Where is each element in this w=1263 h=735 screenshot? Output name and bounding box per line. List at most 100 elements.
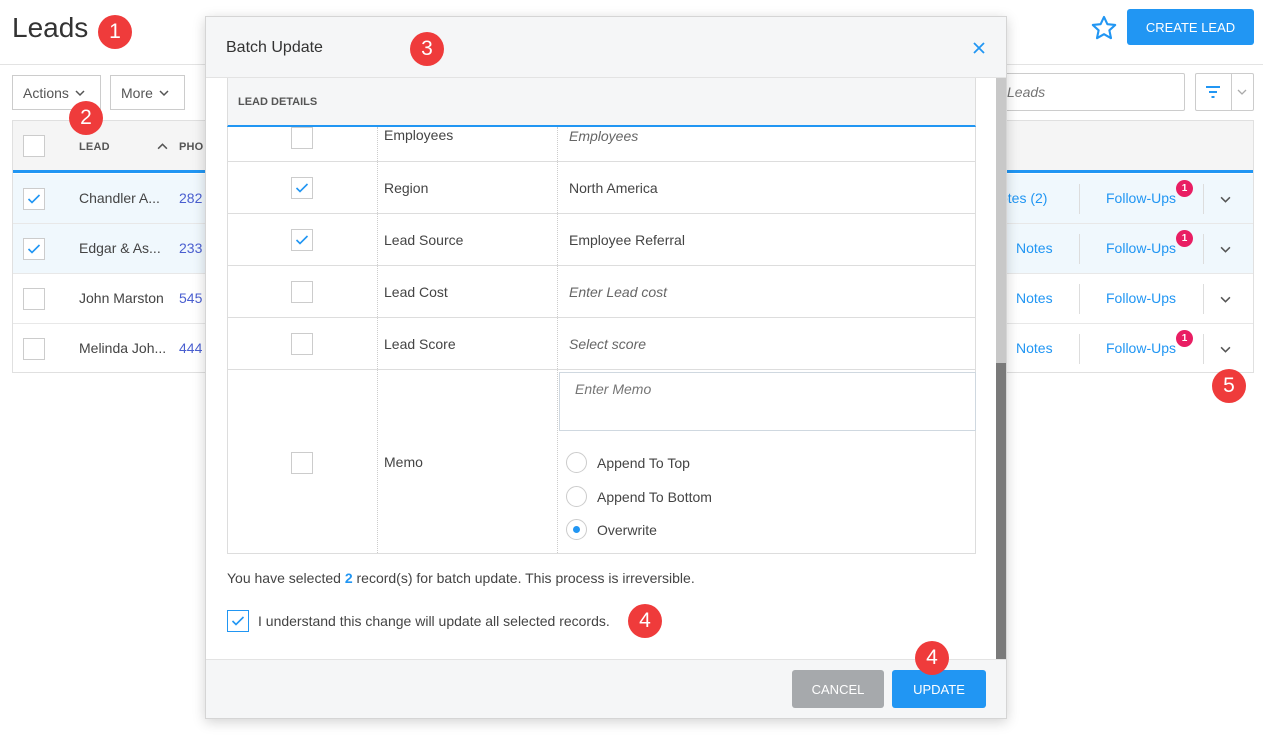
row-checkbox[interactable] — [23, 288, 45, 310]
select-all-checkbox[interactable] — [23, 135, 45, 157]
radio-label: Append To Bottom — [597, 488, 712, 505]
field-checkbox-lead-score[interactable] — [291, 333, 313, 355]
radio-label: Overwrite — [597, 521, 657, 538]
lead-phone[interactable]: 545 — [179, 290, 202, 306]
notes-link[interactable]: otes (2) — [1000, 190, 1047, 206]
followups-badge: 1 — [1176, 230, 1193, 247]
more-dropdown[interactable]: More — [110, 75, 185, 110]
row-chevron-down-icon[interactable] — [1220, 244, 1231, 255]
sort-ascending-icon[interactable] — [157, 141, 168, 152]
modal-title: Batch Update — [226, 39, 323, 56]
update-button[interactable]: UPDATE — [892, 670, 986, 708]
field-row-lead-cost: Lead Cost Enter Lead cost — [228, 266, 975, 318]
row-checkbox[interactable] — [23, 238, 45, 260]
confirm-label[interactable]: I understand this change will update all… — [258, 613, 610, 629]
lead-phone[interactable]: 444 — [179, 340, 202, 356]
radio-append-bottom[interactable]: Append To Bottom — [566, 486, 712, 507]
filter-button[interactable] — [1195, 73, 1254, 111]
followups-badge: 1 — [1176, 180, 1193, 197]
notice-text-end: record(s) for batch update. This process… — [356, 570, 695, 586]
notes-link[interactable]: Notes — [1016, 240, 1053, 256]
modal-footer: CANCEL UPDATE — [206, 659, 1006, 718]
field-row-lead-source: Lead Source Employee Referral — [228, 214, 975, 266]
memo-textarea[interactable] — [559, 372, 976, 431]
create-lead-button[interactable]: CREATE LEAD — [1127, 9, 1254, 45]
lead-name[interactable]: Edgar & As... — [79, 240, 161, 256]
radio-button-selected[interactable] — [566, 519, 587, 540]
callout-marker-5: 5 — [1212, 369, 1246, 403]
lead-phone[interactable]: 233 — [179, 240, 202, 256]
callout-marker-3: 3 — [410, 32, 444, 66]
modal-body: LEAD DETAILS Employees Employees Region … — [206, 78, 1006, 661]
field-checkbox-lead-source[interactable] — [291, 229, 313, 251]
page-title: Leads — [12, 12, 89, 43]
lead-details-section-header: LEAD DETAILS — [227, 78, 976, 127]
notes-link[interactable]: Notes — [1016, 290, 1053, 306]
radio-button[interactable] — [566, 452, 587, 473]
lead-column-header[interactable]: LEAD — [79, 141, 110, 153]
field-label: Region — [384, 180, 429, 196]
followups-link[interactable]: Follow-Ups — [1106, 240, 1176, 256]
radio-label: Append To Top — [597, 454, 690, 471]
lead-name[interactable]: Melinda Joh... — [79, 340, 166, 356]
close-icon[interactable] — [972, 41, 986, 55]
lead-score-select[interactable]: Select score — [569, 336, 646, 352]
lead-cost-input[interactable]: Enter Lead cost — [569, 284, 667, 300]
row-chevron-down-icon[interactable] — [1220, 344, 1231, 355]
scrollbar-thumb[interactable] — [996, 363, 1006, 661]
lead-name[interactable]: John Marston — [79, 290, 164, 306]
callout-marker-4b: 4 — [915, 641, 949, 675]
field-row-region: Region North America — [228, 162, 975, 214]
selected-count: 2 — [344, 570, 353, 586]
batch-update-modal: Batch Update LEAD DETAILS Employees Empl… — [205, 16, 1007, 719]
phone-column-header[interactable]: PHO — [179, 141, 203, 153]
followups-badge: 1 — [1176, 330, 1193, 347]
field-label: Lead Source — [384, 232, 464, 248]
field-row-employees: Employees Employees — [228, 127, 975, 162]
filter-chevron-icon[interactable] — [1232, 74, 1253, 110]
row-checkbox[interactable] — [23, 188, 45, 210]
row-chevron-down-icon[interactable] — [1220, 294, 1231, 305]
region-select[interactable]: North America — [569, 180, 658, 196]
notes-link[interactable]: Notes — [1016, 340, 1053, 356]
chevron-down-icon — [159, 89, 169, 96]
callout-marker-1: 1 — [98, 15, 132, 49]
notice-text: You have selected — [227, 570, 341, 586]
favorite-star-icon[interactable] — [1090, 14, 1118, 42]
field-checkbox-region[interactable] — [291, 177, 313, 199]
field-checkbox-employees[interactable] — [291, 127, 313, 149]
lead-name[interactable]: Chandler A... — [79, 190, 160, 206]
followups-link[interactable]: Follow-Ups — [1106, 340, 1176, 356]
field-row-lead-score: Lead Score Select score — [228, 318, 975, 370]
section-label: LEAD DETAILS — [238, 96, 318, 108]
callout-marker-2: 2 — [69, 101, 103, 135]
lead-source-select[interactable]: Employee Referral — [569, 232, 685, 248]
cancel-button[interactable]: CANCEL — [792, 670, 884, 708]
field-label: Lead Score — [384, 336, 456, 352]
more-label: More — [121, 84, 153, 101]
employees-input[interactable]: Employees — [569, 128, 638, 144]
field-checkbox-lead-cost[interactable] — [291, 281, 313, 303]
followups-link[interactable]: Follow-Ups — [1106, 290, 1176, 306]
lead-phone[interactable]: 282 — [179, 190, 202, 206]
field-label: Employees — [384, 127, 454, 143]
batch-notice: You have selected 2 record(s) for batch … — [227, 570, 695, 586]
radio-button[interactable] — [566, 486, 587, 507]
followups-link[interactable]: Follow-Ups — [1106, 190, 1176, 206]
field-checkbox-memo[interactable] — [291, 452, 313, 474]
row-chevron-down-icon[interactable] — [1220, 194, 1231, 205]
field-row-memo: Memo Append To Top Append To Bottom Over… — [228, 370, 976, 554]
actions-label: Actions — [23, 84, 69, 101]
field-label: Memo — [384, 454, 423, 470]
chevron-down-icon — [75, 89, 85, 96]
field-label: Lead Cost — [384, 284, 448, 300]
confirm-checkbox[interactable] — [227, 610, 249, 632]
radio-append-top[interactable]: Append To Top — [566, 452, 690, 473]
fields-grid: Employees Employees Region North America… — [227, 127, 976, 554]
search-input[interactable] — [996, 73, 1185, 111]
filter-icon[interactable] — [1196, 74, 1231, 110]
row-checkbox[interactable] — [23, 338, 45, 360]
modal-header: Batch Update — [206, 17, 1006, 78]
callout-marker-4: 4 — [628, 604, 662, 638]
radio-overwrite[interactable]: Overwrite — [566, 519, 657, 540]
